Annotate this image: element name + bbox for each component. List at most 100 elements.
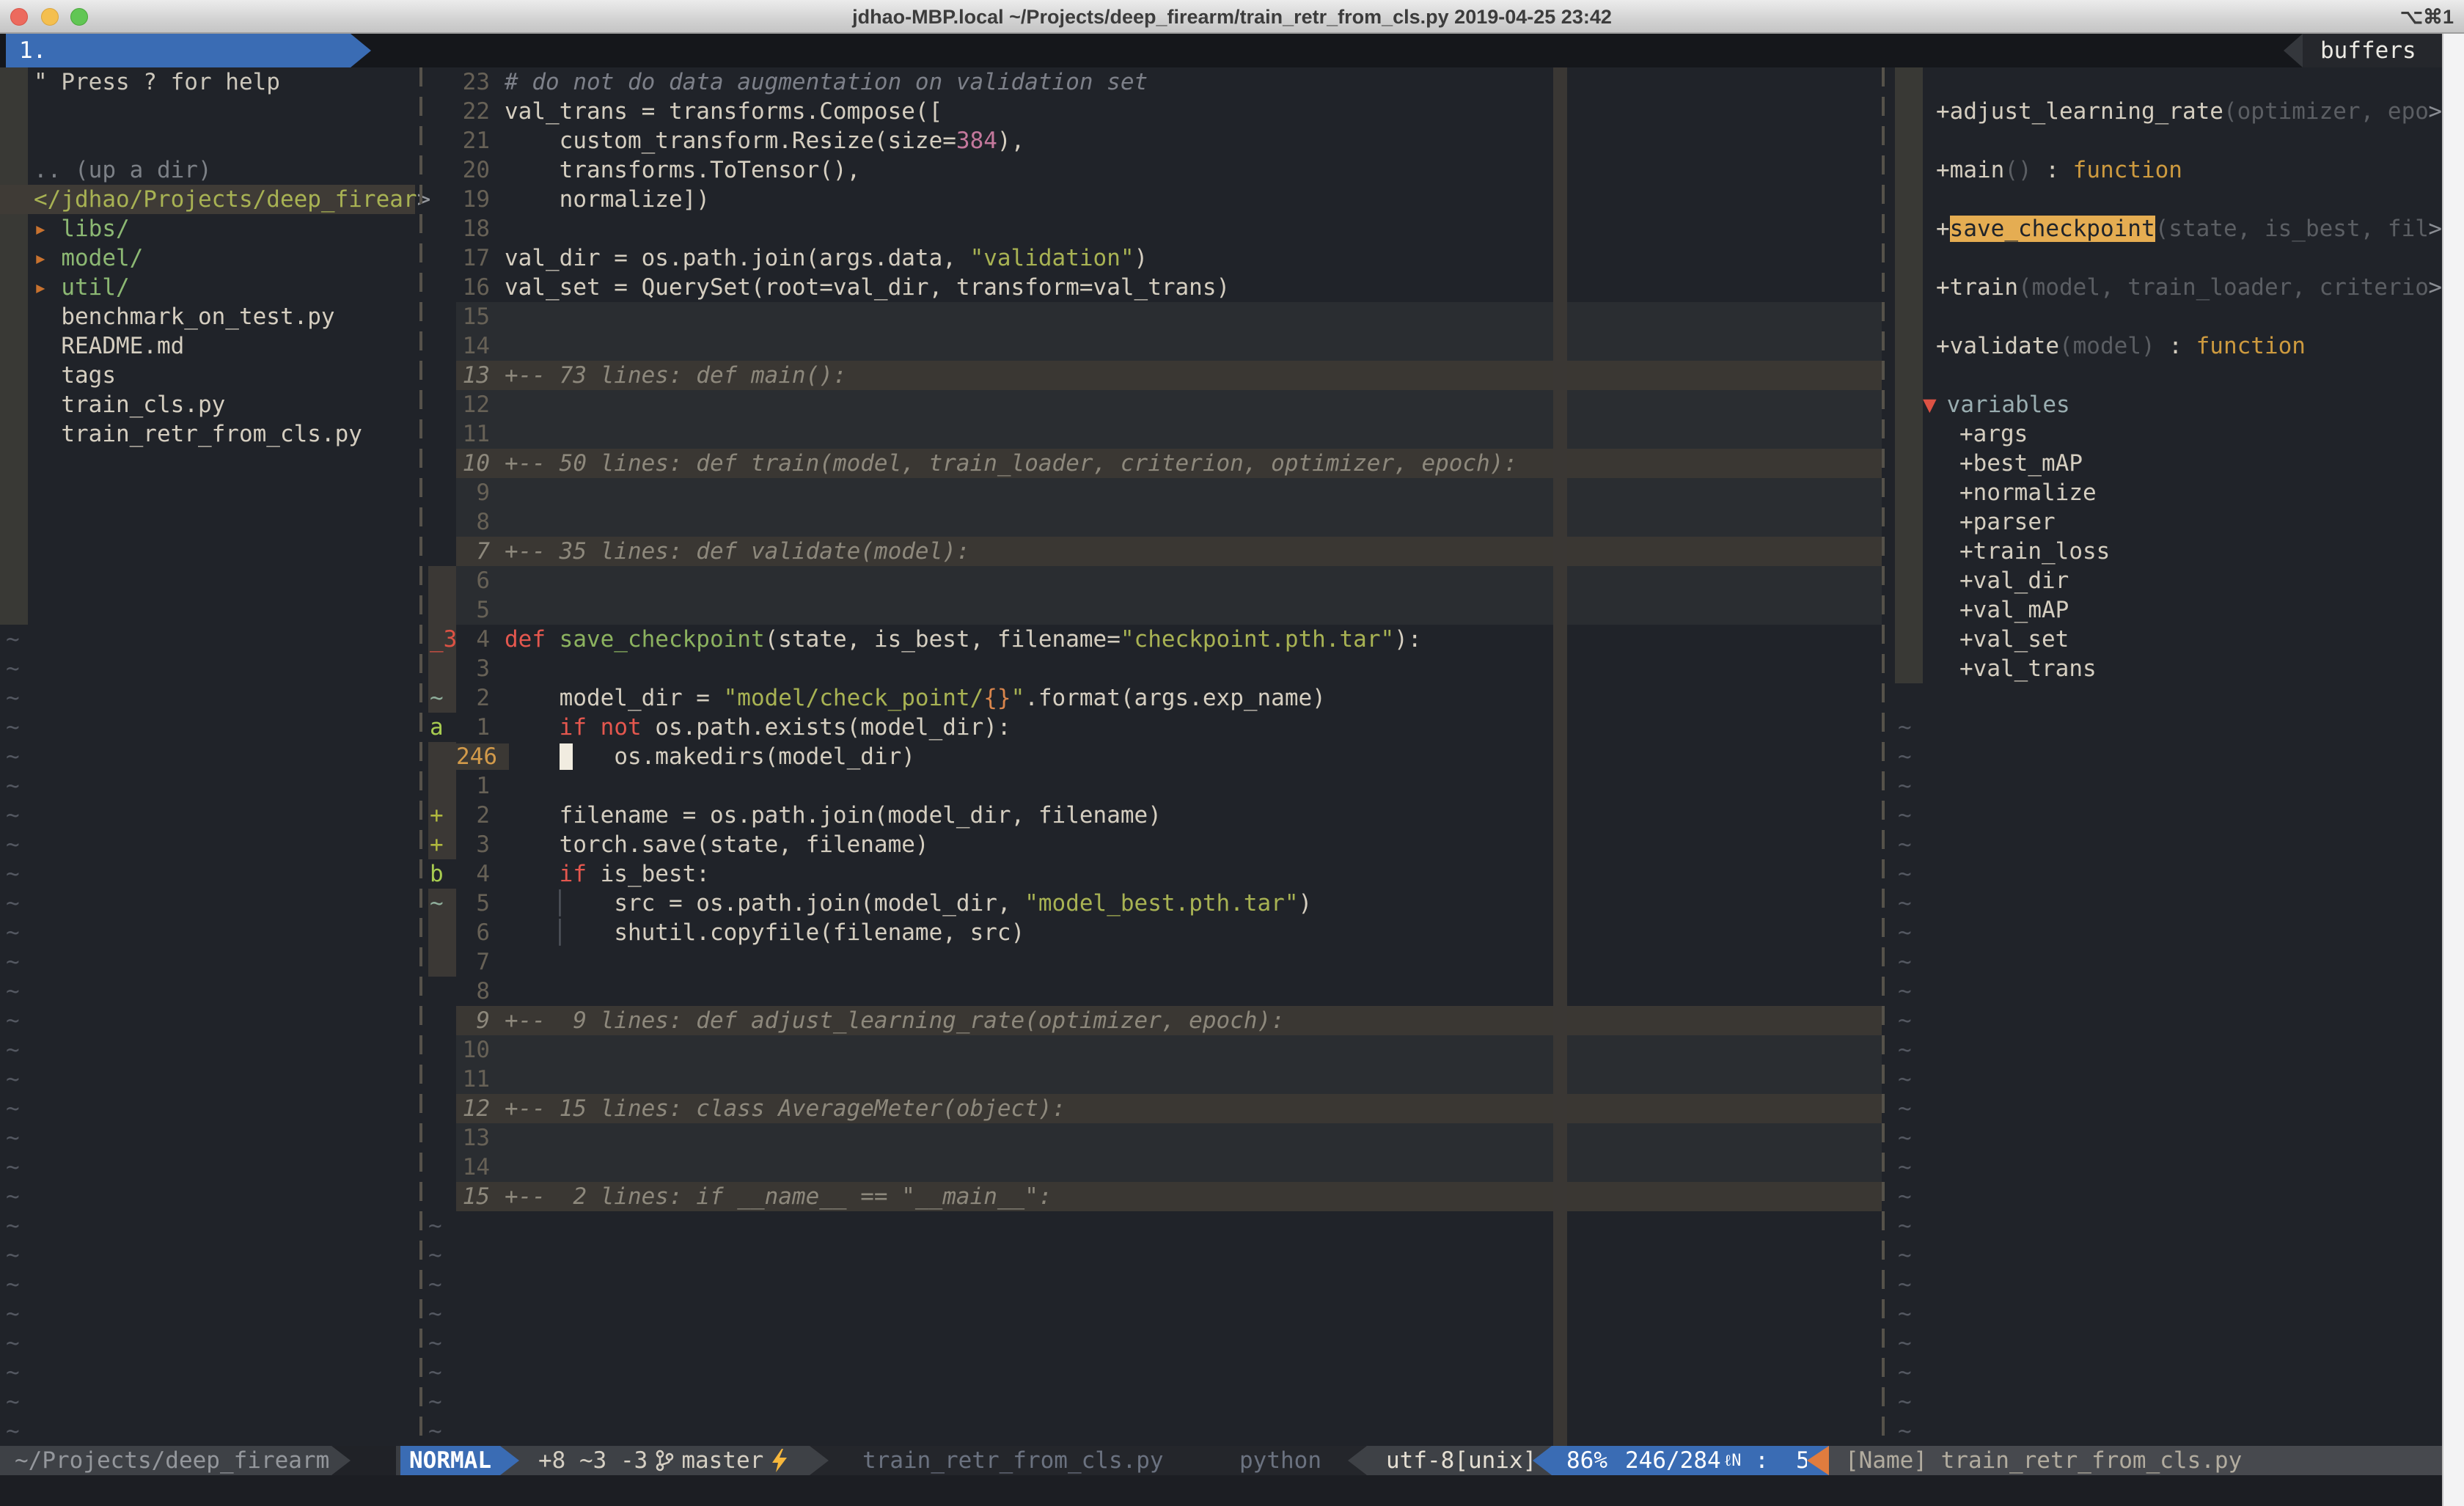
tag-item-function[interactable]: +main() : function [1889, 155, 2464, 185]
code-line[interactable]: 10 [422, 1035, 1882, 1065]
code-line[interactable]: +2 filename = os.path.join(model_dir, fi… [422, 801, 1882, 830]
empty-line-tilde: ~ [422, 1270, 1882, 1299]
code-line[interactable]: 8 [422, 507, 1882, 537]
tag-item-variable[interactable]: +val_trans [1889, 654, 2464, 683]
tree-file-label: README.md [34, 333, 184, 359]
tag-item-function[interactable]: +adjust_learning_rate(optimizer, epo> [1889, 97, 2464, 126]
editor-pane[interactable]: 23# do not do data augmentation on valid… [422, 67, 1882, 1446]
tag-item-function[interactable]: +save_checkpoint(state, is_best, fil> [1889, 214, 2464, 243]
tag-return-type: function [2196, 333, 2306, 359]
tree-item-file[interactable]: benchmark_on_test.py [0, 302, 421, 331]
code-line[interactable]: 20 transforms.ToTensor(), [422, 155, 1882, 185]
code-line[interactable]: b4 if is_best: [422, 859, 1882, 889]
code-line[interactable]: 3 [422, 654, 1882, 683]
cursor-block [560, 743, 573, 770]
code-line[interactable]: 9+-- 9 lines: def adjust_learning_rate(o… [422, 1006, 1882, 1035]
sign-column-cell [428, 566, 456, 595]
tree-item-dir[interactable]: ▸ model/ [0, 243, 421, 273]
tree-item-root[interactable]: </jdhao/Projects/deep_firear> [0, 185, 415, 214]
tree-item-file[interactable]: train_cls.py [0, 390, 421, 419]
code-line[interactable]: 1 [422, 771, 1882, 801]
tab-bar: 1. train_retr_from_cls.py buffers [0, 34, 2464, 67]
code-line[interactable]: 6 ▏ shutil.copyfile(filename, src) [422, 918, 1882, 947]
code-line[interactable]: 13+-- 73 lines: def main(): [422, 361, 1882, 390]
code-line[interactable]: a1 if not os.path.exists(model_dir): [422, 713, 1882, 742]
code-line[interactable]: 10+-- 50 lines: def train(model, train_l… [422, 449, 1882, 478]
tag-plus-icon: + [1959, 567, 1973, 594]
code-line[interactable]: 18 [422, 214, 1882, 243]
line-number: 14 [456, 333, 490, 359]
buffers-label[interactable]: buffers [2303, 34, 2443, 67]
tag-item-variable[interactable]: +train_loss [1889, 537, 2464, 566]
tab-active[interactable]: 1. train_retr_from_cls.py [6, 34, 351, 67]
line-number: 10 [456, 450, 490, 477]
tree-item-file[interactable]: README.md [0, 331, 421, 361]
tree-item-dir[interactable]: ▸ libs/ [0, 214, 421, 243]
chevron-right-icon[interactable]: ▸ [34, 274, 61, 301]
tag-item-variable[interactable]: +normalize [1889, 478, 2464, 507]
code-line[interactable]: 11 [422, 1065, 1882, 1094]
code-line[interactable]: 246 os.makedirs(model_dir) [422, 742, 1882, 771]
tree-item-file[interactable]: train_retr_from_cls.py [0, 419, 421, 449]
code-line[interactable]: 5 [422, 595, 1882, 625]
tag-plus-icon: + [1936, 157, 1950, 183]
tag-item-function[interactable]: +train(model, train_loader, criterio> [1889, 273, 2464, 302]
code-line[interactable]: 12+-- 15 lines: class AverageMeter(objec… [422, 1094, 1882, 1123]
code-line[interactable]: 19 normalize]) [422, 185, 1882, 214]
line-number: 11 [456, 421, 490, 447]
tag-item-function[interactable]: +validate(model) : function [1889, 331, 2464, 361]
tree-up-dir[interactable]: .. (up a dir) [34, 157, 212, 183]
tagbar-pane[interactable]: +adjust_learning_rate(optimizer, epo> +ma… [1889, 67, 2464, 1446]
chevron-right-icon[interactable]: ▸ [34, 216, 61, 242]
empty-line-tilde: ~ [1889, 859, 2464, 889]
tag-item-variable[interactable]: +val_dir [1889, 566, 2464, 595]
line-number: 15 [456, 304, 490, 330]
tag-item-variable[interactable]: +best_mAP [1889, 449, 2464, 478]
code-line[interactable]: 22val_trans = transforms.Compose([ [422, 97, 1882, 126]
empty-line-tilde: ~ [1889, 1123, 2464, 1153]
code-line[interactable]: +3 torch.save(state, filename) [422, 830, 1882, 859]
code-line[interactable]: 13 [422, 1123, 1882, 1153]
code-line[interactable]: 6 [422, 566, 1882, 595]
code-line[interactable]: 14 [422, 1153, 1882, 1182]
code-line[interactable]: 8 [422, 977, 1882, 1006]
code-line[interactable]: ~5 ▏ src = os.path.join(model_dir, "mode… [422, 889, 1882, 918]
empty-line-tilde: ~ [0, 1035, 421, 1065]
tag-item-variable[interactable]: +parser [1889, 507, 2464, 537]
code-line[interactable]: 17val_dir = os.path.join(args.data, "val… [422, 243, 1882, 273]
empty-line-tilde: ~ [0, 742, 421, 771]
code-line[interactable]: _34def save_checkpoint(state, is_best, f… [422, 625, 1882, 654]
code-line[interactable]: 7 [422, 947, 1882, 977]
gutter-sign: ~ [430, 685, 444, 711]
nerdtree-pane[interactable]: " Press ? for help.. (up a dir)</jdhao/P… [0, 67, 421, 1446]
tree-item-file[interactable]: tags [0, 361, 421, 390]
code-line[interactable]: 16val_set = QuerySet(root=val_dir, trans… [422, 273, 1882, 302]
command-line[interactable] [0, 1475, 2464, 1506]
code-line[interactable]: 21 custom_transform.Resize(size=384), [422, 126, 1882, 155]
tag-kind-header[interactable]: ▼variables [1889, 390, 2464, 419]
code-line[interactable]: 15+-- 2 lines: if __name__ == "__main__"… [422, 1182, 1882, 1211]
chevron-right-icon[interactable]: ▸ [34, 245, 61, 271]
sign-column-cell: a [428, 714, 456, 741]
code-line[interactable]: 11 [422, 419, 1882, 449]
tag-item-variable[interactable]: +val_set [1889, 625, 2464, 654]
code-line[interactable]: 12 [422, 390, 1882, 419]
code-line[interactable]: 14 [422, 331, 1882, 361]
code-line[interactable]: 7+-- 35 lines: def validate(model): [422, 537, 1882, 566]
truncation-arrow-icon: > [2428, 274, 2442, 301]
scrollbar[interactable] [2442, 34, 2464, 1506]
code-line[interactable]: ~2 model_dir = "model/check_point/{}".fo… [422, 683, 1882, 713]
tag-item-variable[interactable]: +val_mAP [1889, 595, 2464, 625]
tree-item-dir[interactable]: ▸ util/ [0, 273, 421, 302]
window-separator-left[interactable] [419, 67, 422, 1446]
window-separator-right[interactable] [1882, 67, 1885, 1446]
code-line[interactable]: 23# do not do data augmentation on valid… [422, 67, 1882, 97]
triangle-down-icon[interactable]: ▼ [1923, 392, 1937, 418]
code-line[interactable]: 15 [422, 302, 1882, 331]
tree-item-blank [0, 595, 421, 625]
code-line[interactable]: 9 [422, 478, 1882, 507]
sign-column-cell: + [428, 801, 456, 830]
code-text: filename = os.path.join(model_dir, filen… [505, 802, 1162, 829]
tag-item-variable[interactable]: +args [1889, 419, 2464, 449]
tagbar-statusline: [Name] train_retr_from_cls.py [1829, 1446, 2464, 1475]
